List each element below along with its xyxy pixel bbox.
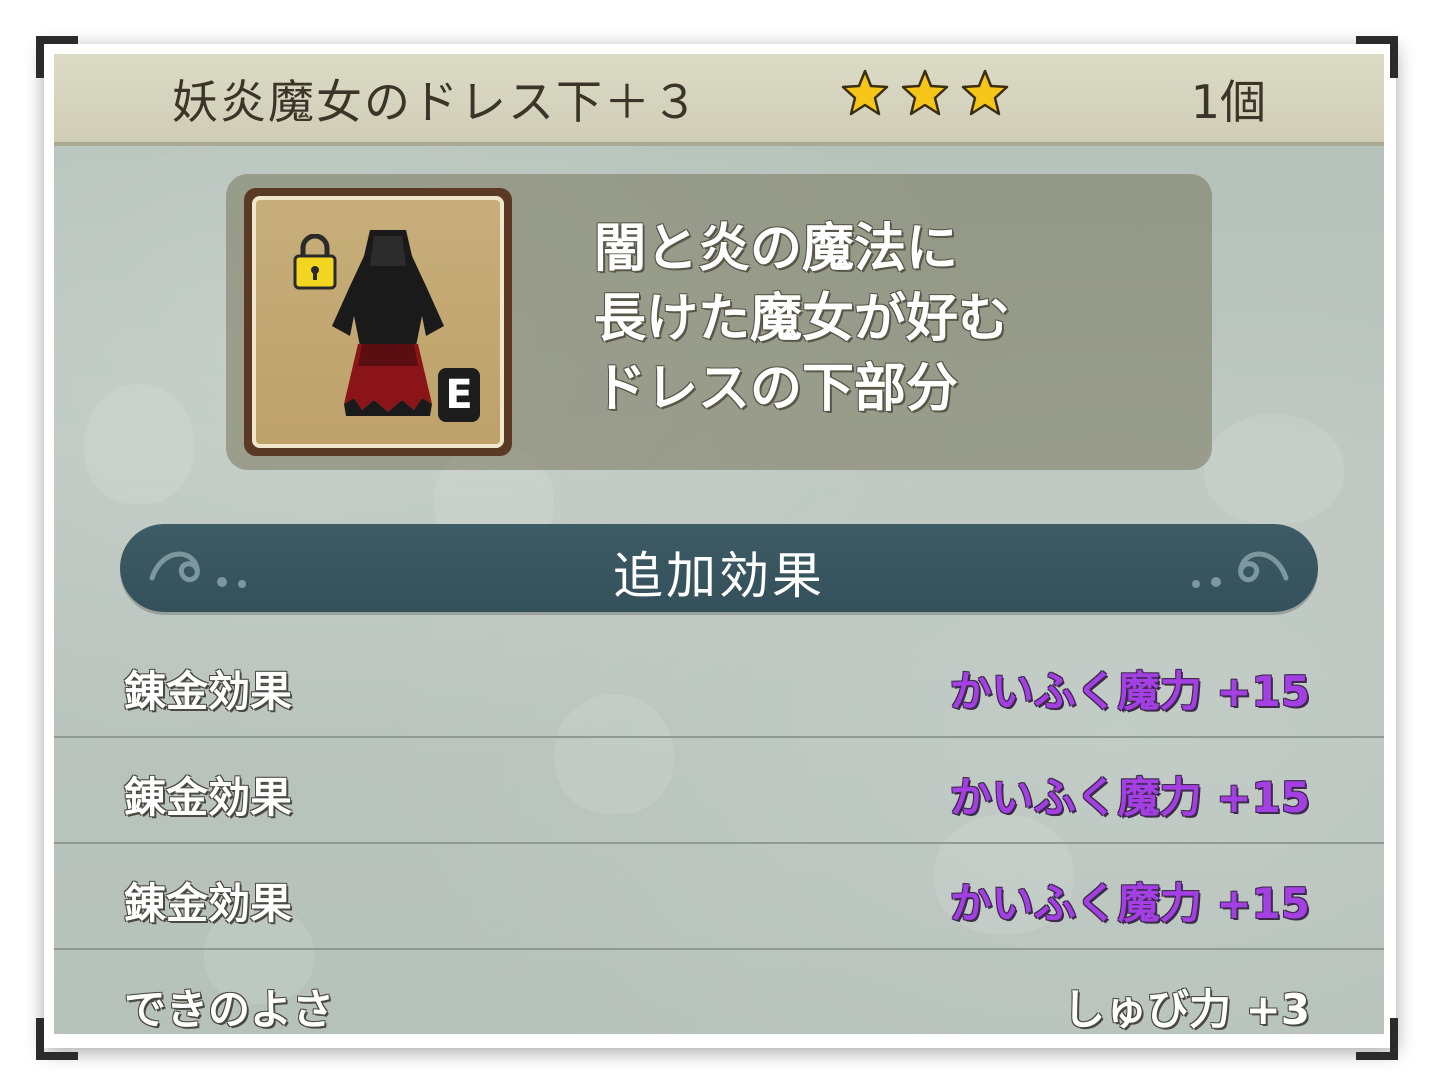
effect-row: 錬金効果 かいふく魔力 +15 xyxy=(54,738,1384,844)
item-count: 1個 xyxy=(1190,75,1266,129)
effect-value: かいふく魔力 +15 xyxy=(949,773,1310,822)
additional-effects-banner: 追加効果 xyxy=(120,524,1318,612)
item-icon-slot[interactable]: E xyxy=(244,188,512,456)
effect-row: 錬金効果 かいふく魔力 +15 xyxy=(54,844,1384,950)
effect-label: できのよさ xyxy=(124,985,335,1034)
lock-icon xyxy=(293,234,337,290)
item-name: 妖炎魔女のドレス下＋３ xyxy=(172,75,700,129)
effect-value: しゅび力 +3 xyxy=(1062,985,1310,1034)
additional-effects-title: 追加効果 xyxy=(613,547,825,605)
star-icon xyxy=(961,69,1009,116)
equipped-badge: E xyxy=(438,368,480,422)
effect-row: 錬金効果 かいふく魔力 +15 xyxy=(54,632,1384,738)
item-header: 妖炎魔女のドレス下＋３ 1個 xyxy=(54,54,1384,146)
effects-list: 錬金効果 かいふく魔力 +15 錬金効果 かいふく魔力 +15 錬金効果 かいふ… xyxy=(54,632,1384,1034)
effect-label: 錬金効果 xyxy=(124,773,293,822)
description-line: 闇と炎の魔法に xyxy=(594,219,959,279)
effect-label: 錬金効果 xyxy=(124,879,293,928)
effect-value: かいふく魔力 +15 xyxy=(949,879,1310,928)
effect-value: かいふく魔力 +15 xyxy=(949,667,1310,716)
rarity-stars xyxy=(840,68,1010,118)
description-line: ドレスの下部分 xyxy=(594,359,959,419)
effect-label: 錬金効果 xyxy=(124,667,293,716)
bg-slime-decoration xyxy=(84,384,194,504)
star-icon xyxy=(901,69,949,116)
bg-slime-decoration xyxy=(1204,414,1344,524)
effect-row: できのよさ しゅび力 +3 xyxy=(54,950,1384,1034)
item-description: 闇と炎の魔法に 長けた魔女が好む ドレスの下部分 xyxy=(594,214,1010,424)
item-icon-frame: E xyxy=(252,196,504,448)
swirl-ornament-icon xyxy=(1192,551,1289,588)
description-line: 長けた魔女が好む xyxy=(594,289,1011,349)
item-detail-panel: 妖炎魔女のドレス下＋３ 1個 E 闇と炎の魔法に 長けた魔女が好む ドレスの下部… xyxy=(54,54,1384,1034)
star-icon xyxy=(841,69,889,116)
